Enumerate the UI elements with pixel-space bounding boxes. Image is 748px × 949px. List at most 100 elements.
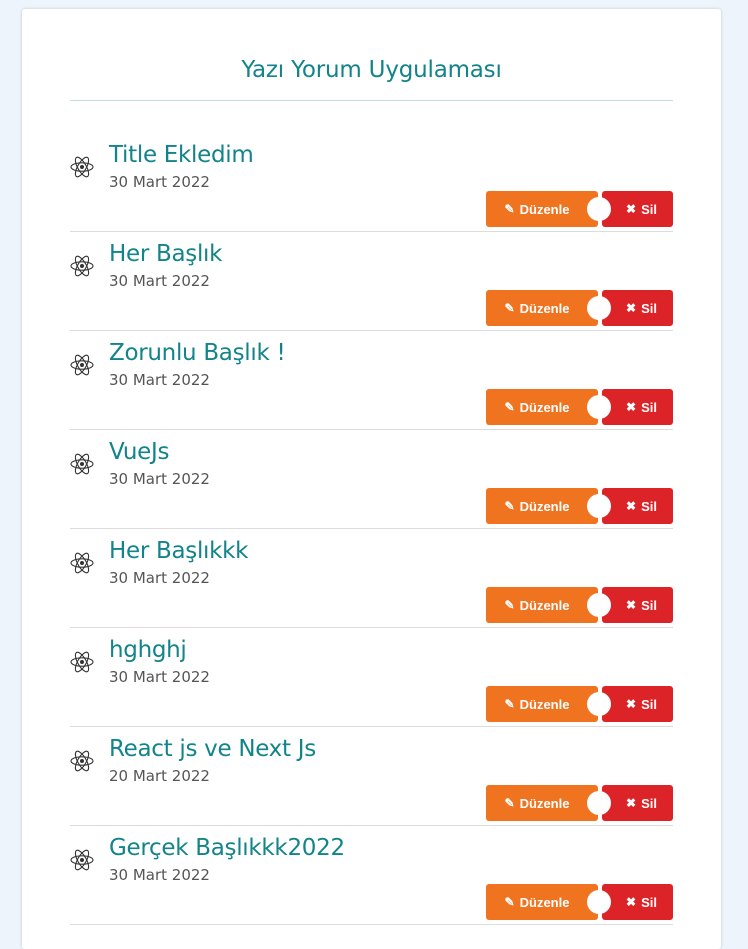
pencil-icon: ✎ bbox=[504, 895, 515, 909]
list-item: hghghj 30 Mart 2022 ✎ Düzenle ✖ Sil bbox=[70, 629, 673, 727]
delete-label: Sil bbox=[641, 201, 657, 217]
list-item: Gerçek Başlıkkk2022 30 Mart 2022 ✎ Düzenl… bbox=[70, 827, 673, 925]
times-icon: ✖ bbox=[626, 499, 637, 513]
post-list: Title Ekledim 30 Mart 2022 ✎ Düzenle ✖ Sil… bbox=[70, 134, 673, 926]
post-date: 30 Mart 2022 bbox=[109, 470, 210, 488]
pencil-icon: ✎ bbox=[504, 202, 515, 216]
edit-button[interactable]: ✎ Düzenle bbox=[486, 488, 598, 524]
post-card: Yazı Yorum Uygulaması Title Ekledim 30 M… bbox=[22, 9, 721, 949]
times-icon: ✖ bbox=[626, 895, 637, 909]
edit-label: Düzenle bbox=[519, 597, 570, 613]
edit-button[interactable]: ✎ Düzenle bbox=[486, 785, 598, 821]
react-atom-icon bbox=[70, 452, 94, 476]
edit-button[interactable]: ✎ Düzenle bbox=[486, 884, 598, 920]
times-icon: ✖ bbox=[626, 697, 637, 711]
list-item: VueJs 30 Mart 2022 ✎ Düzenle ✖ Sil bbox=[70, 431, 673, 529]
post-date: 30 Mart 2022 bbox=[109, 371, 210, 389]
react-atom-icon bbox=[70, 155, 94, 179]
delete-button[interactable]: ✖ Sil bbox=[602, 785, 673, 821]
button-separator-circle bbox=[587, 395, 611, 419]
button-separator-circle bbox=[587, 890, 611, 914]
list-item: React js ve Next Js 20 Mart 2022 ✎ Düzenl… bbox=[70, 728, 673, 826]
button-separator-circle bbox=[587, 692, 611, 716]
pencil-icon: ✎ bbox=[504, 301, 515, 315]
pencil-icon: ✎ bbox=[504, 499, 515, 513]
delete-label: Sil bbox=[641, 894, 657, 910]
times-icon: ✖ bbox=[626, 796, 637, 810]
post-date: 30 Mart 2022 bbox=[109, 173, 210, 191]
post-title[interactable]: Zorunlu Başlık ! bbox=[109, 340, 286, 366]
button-separator-circle bbox=[587, 791, 611, 815]
title-divider bbox=[70, 100, 673, 101]
react-atom-icon bbox=[70, 551, 94, 575]
post-actions: ✎ Düzenle ✖ Sil bbox=[486, 389, 673, 425]
edit-button[interactable]: ✎ Düzenle bbox=[486, 191, 598, 227]
button-separator-circle bbox=[587, 593, 611, 617]
post-title[interactable]: Title Ekledim bbox=[109, 142, 254, 168]
edit-label: Düzenle bbox=[519, 201, 570, 217]
post-actions: ✎ Düzenle ✖ Sil bbox=[486, 686, 673, 722]
edit-label: Düzenle bbox=[519, 498, 570, 514]
post-date: 20 Mart 2022 bbox=[109, 767, 210, 785]
post-actions: ✎ Düzenle ✖ Sil bbox=[486, 587, 673, 623]
delete-button[interactable]: ✖ Sil bbox=[602, 884, 673, 920]
times-icon: ✖ bbox=[626, 202, 637, 216]
edit-button[interactable]: ✎ Düzenle bbox=[486, 290, 598, 326]
post-title[interactable]: VueJs bbox=[109, 439, 169, 465]
post-title[interactable]: Gerçek Başlıkkk2022 bbox=[109, 835, 345, 861]
edit-button[interactable]: ✎ Düzenle bbox=[486, 686, 598, 722]
post-actions: ✎ Düzenle ✖ Sil bbox=[486, 488, 673, 524]
delete-button[interactable]: ✖ Sil bbox=[602, 686, 673, 722]
post-date: 30 Mart 2022 bbox=[109, 272, 210, 290]
react-atom-icon bbox=[70, 749, 94, 773]
delete-label: Sil bbox=[641, 696, 657, 712]
post-title[interactable]: Her Başlıkkk bbox=[109, 538, 249, 564]
post-actions: ✎ Düzenle ✖ Sil bbox=[486, 290, 673, 326]
post-actions: ✎ Düzenle ✖ Sil bbox=[486, 191, 673, 227]
pencil-icon: ✎ bbox=[504, 598, 515, 612]
pencil-icon: ✎ bbox=[504, 796, 515, 810]
delete-label: Sil bbox=[641, 399, 657, 415]
post-title[interactable]: hghghj bbox=[109, 637, 187, 663]
post-title[interactable]: React js ve Next Js bbox=[109, 736, 316, 762]
post-actions: ✎ Düzenle ✖ Sil bbox=[486, 785, 673, 821]
delete-button[interactable]: ✖ Sil bbox=[602, 290, 673, 326]
delete-label: Sil bbox=[641, 300, 657, 316]
times-icon: ✖ bbox=[626, 598, 637, 612]
edit-label: Düzenle bbox=[519, 696, 570, 712]
list-item: Title Ekledim 30 Mart 2022 ✎ Düzenle ✖ Sil bbox=[70, 134, 673, 232]
delete-button[interactable]: ✖ Sil bbox=[602, 389, 673, 425]
edit-label: Düzenle bbox=[519, 795, 570, 811]
delete-button[interactable]: ✖ Sil bbox=[602, 488, 673, 524]
delete-button[interactable]: ✖ Sil bbox=[602, 587, 673, 623]
times-icon: ✖ bbox=[626, 301, 637, 315]
list-item: Zorunlu Başlık ! 30 Mart 2022 ✎ Düzenle ✖… bbox=[70, 332, 673, 430]
delete-label: Sil bbox=[641, 597, 657, 613]
delete-label: Sil bbox=[641, 498, 657, 514]
edit-label: Düzenle bbox=[519, 300, 570, 316]
react-atom-icon bbox=[70, 848, 94, 872]
react-atom-icon bbox=[70, 650, 94, 674]
edit-label: Düzenle bbox=[519, 894, 570, 910]
button-separator-circle bbox=[587, 296, 611, 320]
edit-button[interactable]: ✎ Düzenle bbox=[486, 587, 598, 623]
post-date: 30 Mart 2022 bbox=[109, 668, 210, 686]
list-item: Her Başlık 30 Mart 2022 ✎ Düzenle ✖ Sil bbox=[70, 233, 673, 331]
post-title[interactable]: Her Başlık bbox=[109, 241, 222, 267]
pencil-icon: ✎ bbox=[504, 400, 515, 414]
times-icon: ✖ bbox=[626, 400, 637, 414]
delete-button[interactable]: ✖ Sil bbox=[602, 191, 673, 227]
react-atom-icon bbox=[70, 254, 94, 278]
post-actions: ✎ Düzenle ✖ Sil bbox=[486, 884, 673, 920]
list-item: Her Başlıkkk 30 Mart 2022 ✎ Düzenle ✖ Sil bbox=[70, 530, 673, 628]
delete-label: Sil bbox=[641, 795, 657, 811]
page-title: Yazı Yorum Uygulaması bbox=[241, 57, 502, 83]
react-atom-icon bbox=[70, 353, 94, 377]
button-separator-circle bbox=[587, 197, 611, 221]
pencil-icon: ✎ bbox=[504, 697, 515, 711]
post-date: 30 Mart 2022 bbox=[109, 866, 210, 884]
post-date: 30 Mart 2022 bbox=[109, 569, 210, 587]
button-separator-circle bbox=[587, 494, 611, 518]
edit-button[interactable]: ✎ Düzenle bbox=[486, 389, 598, 425]
edit-label: Düzenle bbox=[519, 399, 570, 415]
